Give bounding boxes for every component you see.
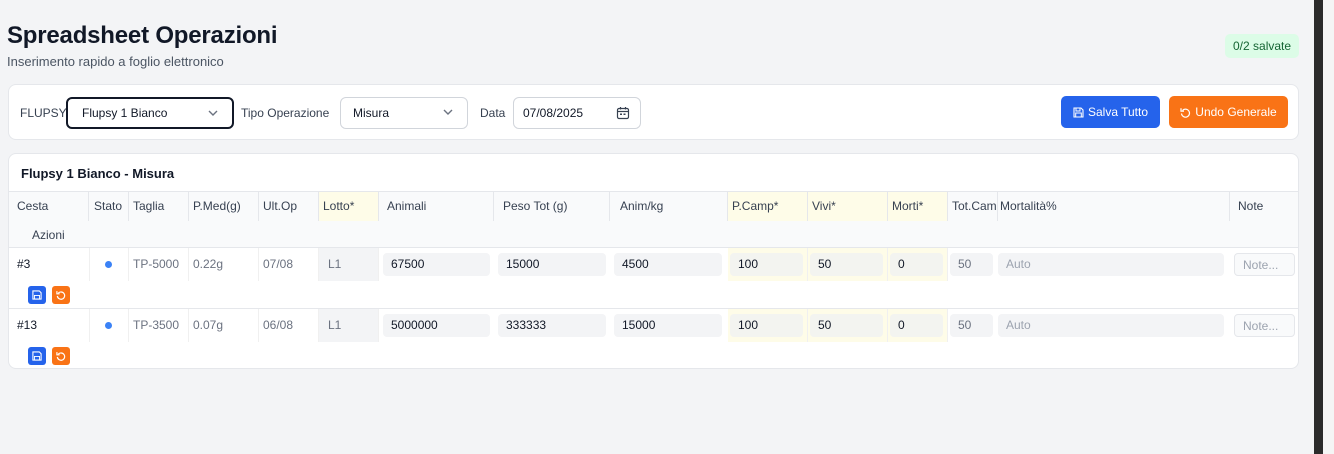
col-header-cesta: Cesta: [9, 192, 89, 221]
flupsy-select[interactable]: Flupsy 1 Bianco: [66, 97, 234, 129]
mortalita-value: Auto: [998, 253, 1224, 276]
chevron-down-icon: [443, 109, 453, 115]
col-header-animali: Animali: [379, 192, 494, 221]
peso-tot-input[interactable]: 333333: [498, 314, 606, 337]
pcamp-input[interactable]: 100: [730, 253, 803, 276]
morti-input[interactable]: 0: [890, 253, 943, 276]
undo-all-label: Undo Generale: [1195, 105, 1277, 119]
row-save-button[interactable]: [28, 286, 46, 304]
mortalita-value: Auto: [998, 314, 1224, 337]
col-header-peso-tot: Peso Tot (g): [494, 192, 610, 221]
pmed-cell: 0.07g: [189, 309, 259, 342]
save-all-button[interactable]: Salva Tutto: [1061, 96, 1160, 128]
operation-type-select-value: Misura: [353, 106, 390, 120]
col-header-vivi: Vivi*: [808, 192, 888, 221]
cesta-cell: #13: [9, 309, 90, 342]
status-dot: [105, 261, 112, 268]
col-header-note: Note: [1230, 192, 1298, 221]
note-input[interactable]: Note...: [1234, 314, 1295, 337]
col-header-pmed: P.Med(g): [189, 192, 259, 221]
save-icon: [1073, 107, 1084, 118]
operation-type-label: Tipo Operazione: [241, 106, 330, 120]
table-row: #13 TP-3500 0.07g 06/08 L1 5000000 33333…: [9, 309, 1298, 368]
saved-count-badge: 0/2 salvate: [1225, 34, 1300, 58]
animali-input[interactable]: 67500: [383, 253, 490, 276]
table-row: #3 TP-5000 0.22g 07/08 L1 67500 15000 45…: [9, 248, 1298, 309]
col-header-pcamp: P.Camp*: [728, 192, 808, 221]
taglia-cell: TP-5000: [129, 248, 189, 281]
lotto-cell[interactable]: L1: [319, 248, 379, 281]
col-header-tot-camp: Tot.Camp: [948, 192, 998, 221]
col-header-taglia: Taglia: [129, 192, 189, 221]
date-input[interactable]: 07/08/2025: [513, 97, 641, 129]
page-title: Spreadsheet Operazioni: [7, 22, 278, 49]
table-title: Flupsy 1 Bianco - Misura: [21, 166, 175, 181]
vivi-input[interactable]: 50: [810, 314, 883, 337]
peso-tot-input[interactable]: 15000: [498, 253, 606, 276]
row-undo-button[interactable]: [52, 286, 70, 304]
animali-input[interactable]: 5000000: [383, 314, 490, 337]
cesta-cell: #3: [9, 248, 90, 281]
pcamp-input[interactable]: 100: [730, 314, 803, 337]
anim-kg-input[interactable]: 4500: [614, 253, 722, 276]
col-header-azioni: Azioni: [32, 228, 65, 242]
page-subtitle: Inserimento rapido a foglio elettronico: [7, 54, 224, 69]
col-header-stato: Stato: [90, 192, 129, 221]
spreadsheet-card: Flupsy 1 Bianco - Misura Cesta Stato Tag…: [8, 153, 1299, 369]
col-header-morti: Morti*: [888, 192, 948, 221]
col-header-anim-kg: Anim/kg: [610, 192, 728, 221]
calendar-icon[interactable]: [616, 106, 630, 120]
chevron-down-icon: [208, 110, 218, 116]
lotto-cell[interactable]: L1: [319, 309, 379, 342]
note-input[interactable]: Note...: [1234, 253, 1295, 276]
ultop-cell: 06/08: [259, 309, 319, 342]
date-input-value: 07/08/2025: [523, 106, 584, 120]
status-dot: [105, 322, 112, 329]
col-header-mortalita: Mortalità%: [998, 192, 1230, 221]
pmed-cell: 0.22g: [189, 248, 259, 281]
scrollbar-thumb[interactable]: [1314, 0, 1323, 454]
col-header-lotto: Lotto*: [319, 192, 379, 221]
tot-camp-value: 50: [950, 314, 993, 337]
undo-all-button[interactable]: Undo Generale: [1169, 96, 1288, 128]
anim-kg-input[interactable]: 15000: [614, 314, 722, 337]
flupsy-label: FLUPSY: [20, 106, 67, 120]
tot-camp-value: 50: [950, 253, 993, 276]
flupsy-select-value: Flupsy 1 Bianco: [82, 106, 168, 120]
undo-icon: [1180, 108, 1191, 118]
undo-icon: [56, 291, 66, 300]
ultop-cell: 07/08: [259, 248, 319, 281]
table-header: Cesta Stato Taglia P.Med(g) Ult.Op Lotto…: [9, 191, 1298, 248]
vivi-input[interactable]: 50: [810, 253, 883, 276]
row-save-button[interactable]: [28, 347, 46, 365]
taglia-cell: TP-3500: [129, 309, 189, 342]
save-all-label: Salva Tutto: [1087, 105, 1149, 119]
morti-input[interactable]: 0: [890, 314, 943, 337]
save-icon: [32, 351, 42, 361]
col-header-ultop: Ult.Op: [259, 192, 319, 221]
operations-toolbar: FLUPSY Flupsy 1 Bianco Tipo Operazione M…: [8, 84, 1299, 140]
spreadsheet-page: Spreadsheet Operazioni Inserimento rapid…: [0, 0, 1314, 454]
undo-icon: [56, 352, 66, 361]
date-label: Data: [480, 106, 506, 120]
save-icon: [32, 290, 42, 300]
operation-type-select[interactable]: Misura: [340, 97, 468, 129]
row-undo-button[interactable]: [52, 347, 70, 365]
